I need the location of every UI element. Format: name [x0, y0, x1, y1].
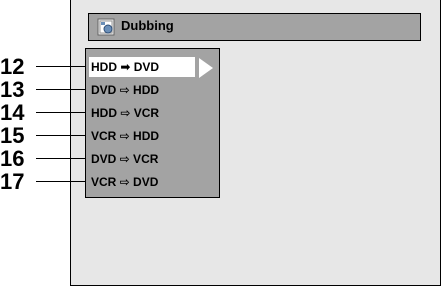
- callout-leader: [36, 89, 86, 90]
- callout-leader: [36, 112, 86, 113]
- menu-item-dvd-to-hdd[interactable]: DVD ⇨ HDD: [89, 80, 159, 100]
- dubbing-menu: HDD ➡ DVD DVD ⇨ HDD HDD ⇨ VCR VCR ⇨ HDD …: [85, 48, 220, 198]
- window-title: Dubbing: [121, 18, 174, 33]
- callout-leader: [36, 158, 86, 159]
- callout-17: 17: [0, 169, 25, 194]
- screen: Dubbing HDD ➡ DVD DVD ⇨ HDD HDD ⇨ VCR VC…: [70, 0, 441, 287]
- callout-13: 13: [0, 77, 25, 102]
- menu-item-hdd-to-vcr[interactable]: HDD ⇨ VCR: [89, 103, 159, 123]
- menu-item-vcr-to-dvd[interactable]: VCR ⇨ DVD: [89, 172, 158, 192]
- menu-item-hdd-to-dvd[interactable]: HDD ➡ DVD: [89, 57, 195, 77]
- dubbing-icon: [97, 18, 115, 36]
- callout-leader: [36, 66, 86, 67]
- callout-leader: [36, 135, 86, 136]
- selection-arrow-icon: [199, 58, 213, 78]
- callout-14: 14: [0, 100, 25, 125]
- callout-16: 16: [0, 146, 25, 171]
- callout-12: 12: [0, 54, 25, 79]
- title-bar: Dubbing: [88, 13, 421, 41]
- menu-item-dvd-to-vcr[interactable]: DVD ⇨ VCR: [89, 149, 158, 169]
- callout-leader: [36, 181, 86, 182]
- callout-15: 15: [0, 123, 25, 148]
- menu-item-vcr-to-hdd[interactable]: VCR ⇨ HDD: [89, 126, 159, 146]
